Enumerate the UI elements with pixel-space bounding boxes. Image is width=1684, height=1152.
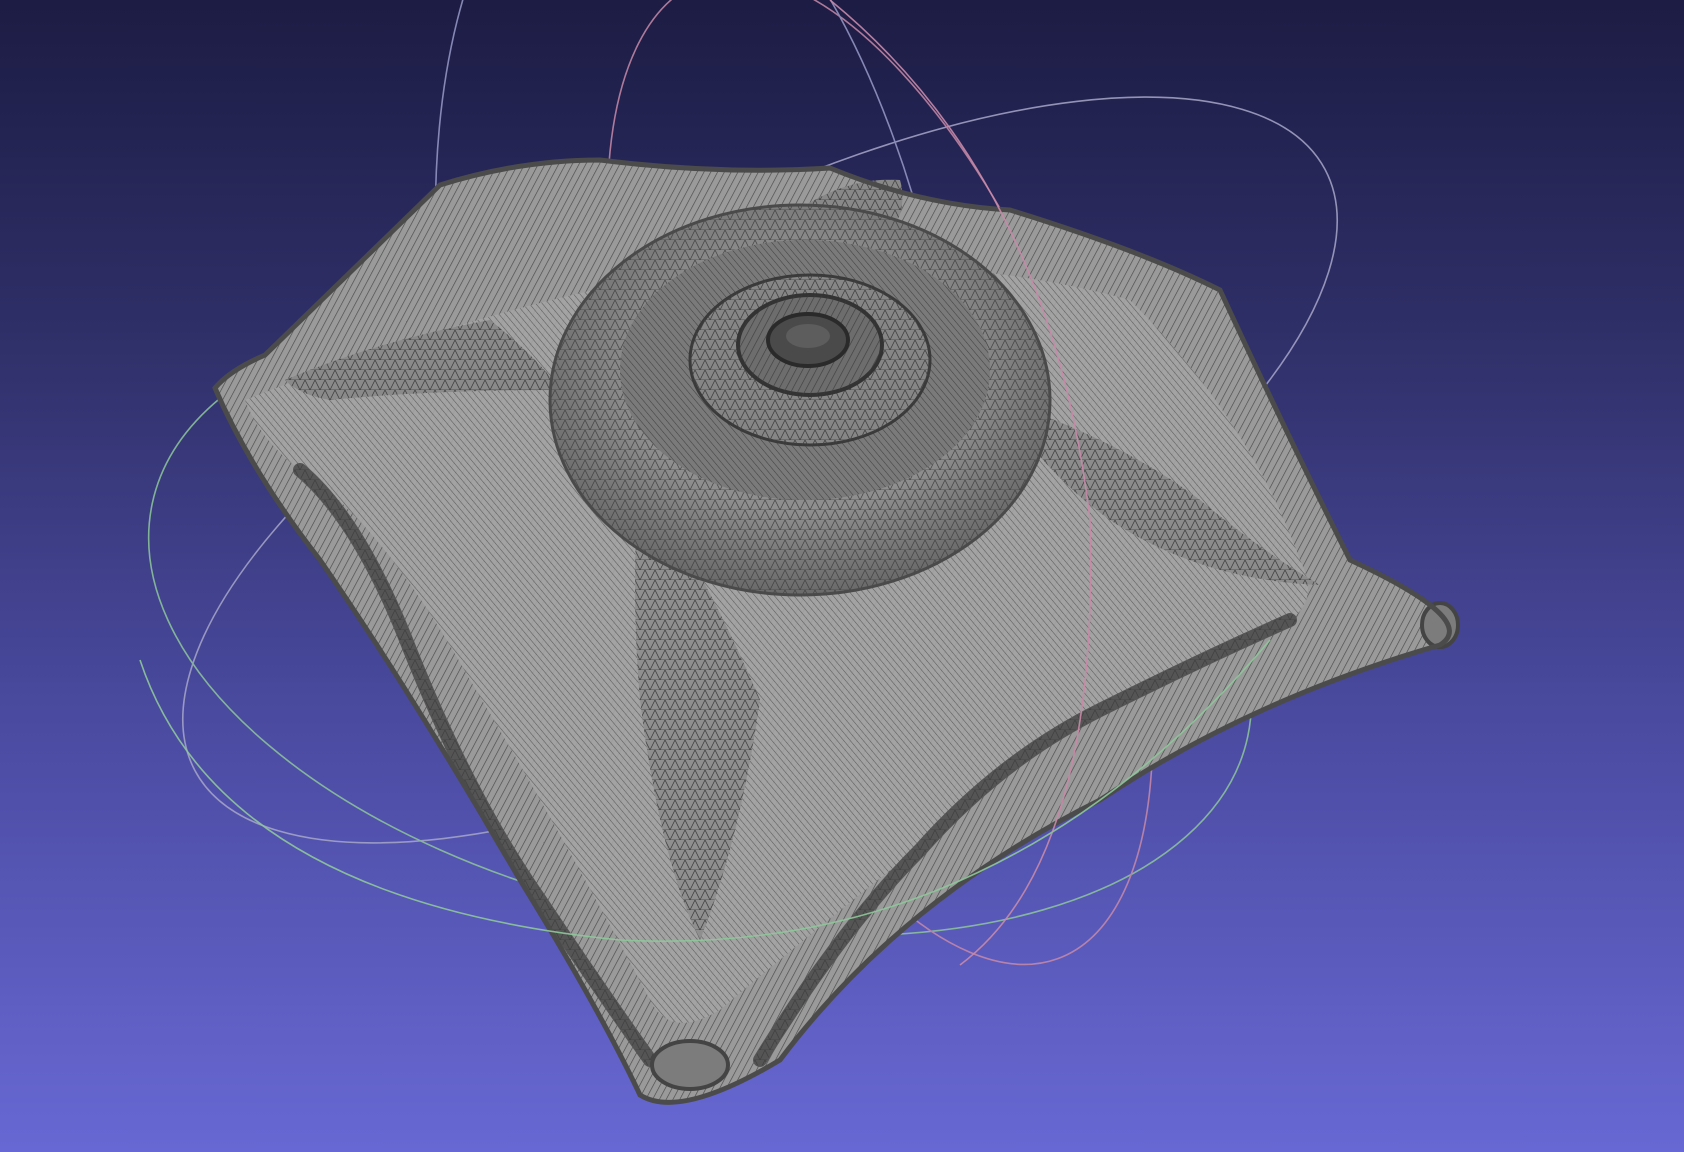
mesh-model[interactable] — [212, 157, 1460, 1105]
3d-viewport[interactable] — [0, 0, 1684, 1152]
mesh-front-corner — [650, 1039, 730, 1091]
mesh-center-hub — [548, 203, 1052, 597]
mesh-scene[interactable] — [0, 0, 1684, 1152]
mesh-right-corner — [1420, 601, 1460, 649]
